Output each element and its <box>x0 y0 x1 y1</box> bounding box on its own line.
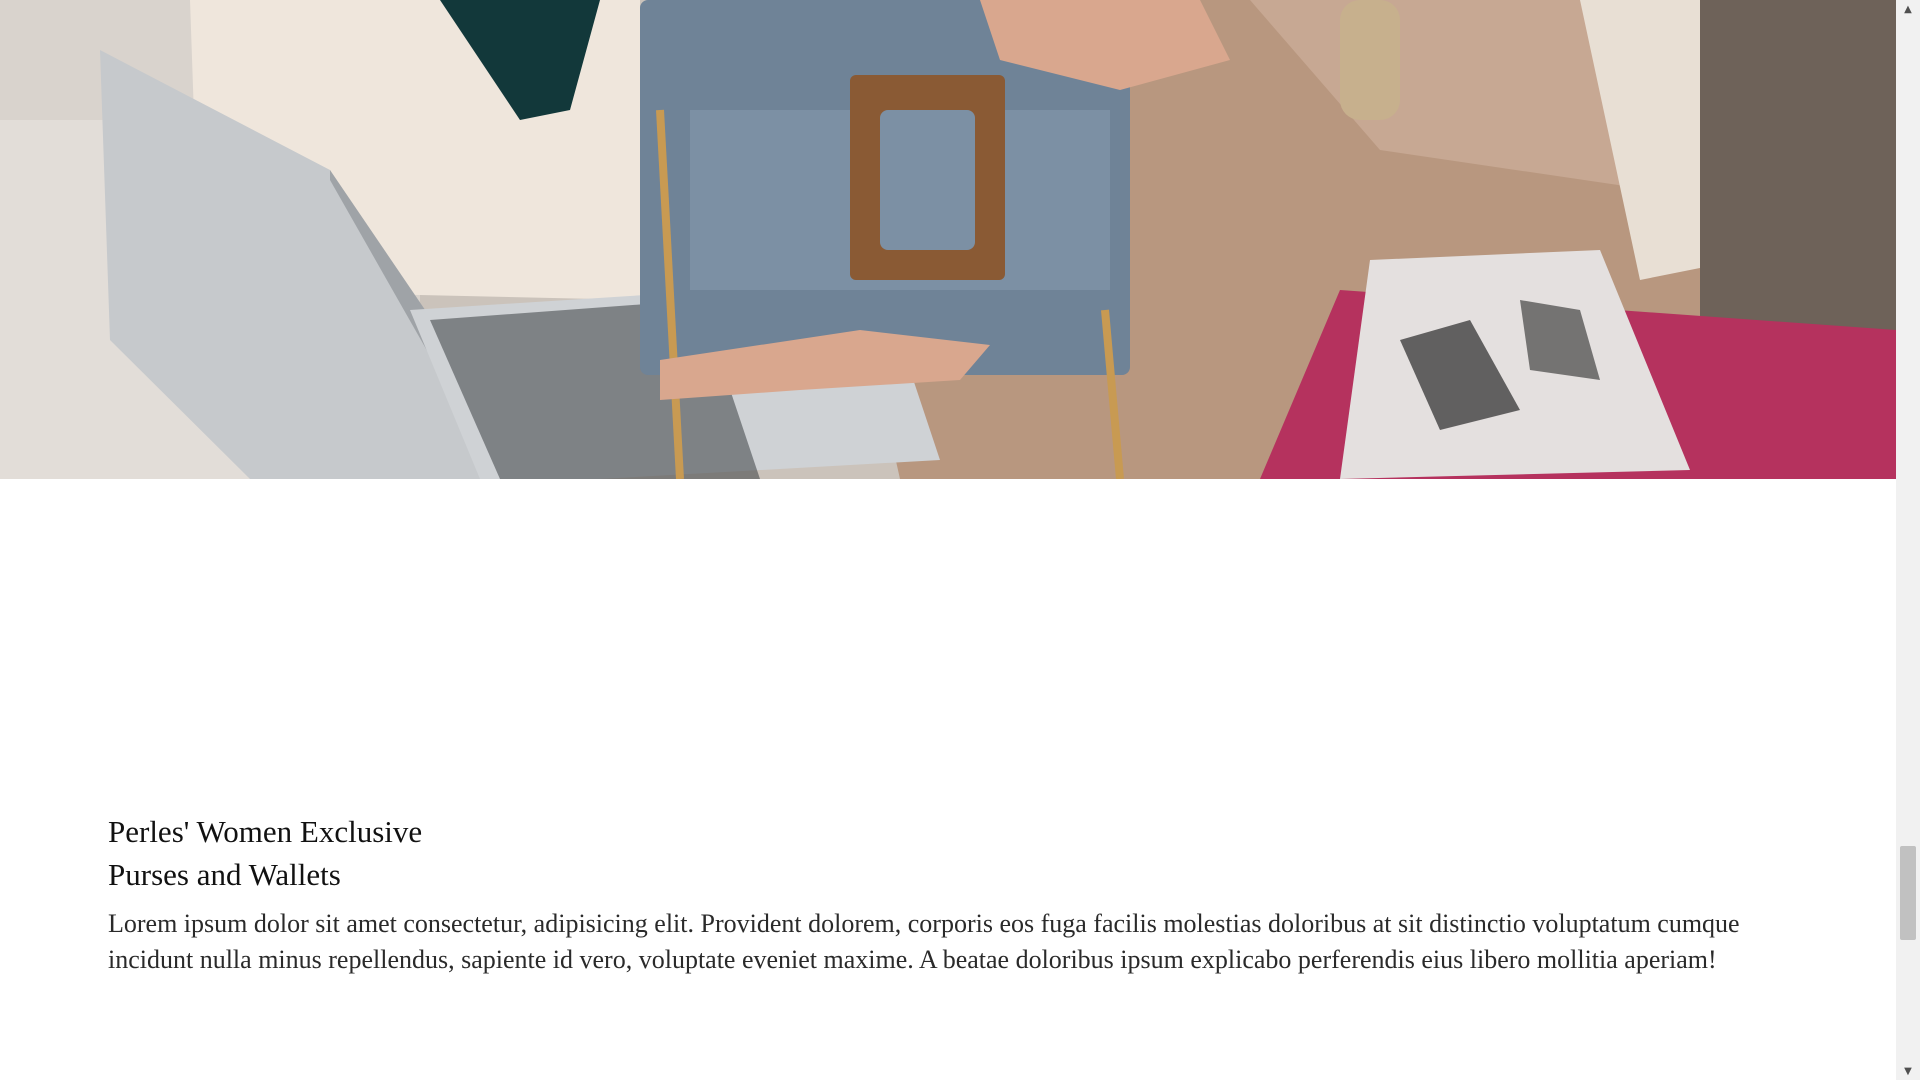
hero-photo-icon <box>0 0 1896 479</box>
hero-image <box>0 0 1896 479</box>
vertical-scrollbar[interactable]: ▲ ▼ <box>1896 0 1920 1080</box>
heading-line-1: Perles' Women Exclusive <box>108 814 423 849</box>
scroll-up-arrow-icon[interactable]: ▲ <box>1896 0 1920 18</box>
product-section: Perles' Women Exclusive Purses and Walle… <box>108 810 1768 978</box>
page-viewport: Perles' Women Exclusive Purses and Walle… <box>0 0 1896 1080</box>
scrollbar-thumb[interactable] <box>1900 846 1916 940</box>
scroll-down-arrow-icon[interactable]: ▼ <box>1896 1062 1920 1080</box>
heading-line-2: Purses and Wallets <box>108 857 341 892</box>
section-paragraph: Lorem ipsum dolor sit amet consectetur, … <box>108 909 1740 974</box>
section-heading: Perles' Women Exclusive Purses and Walle… <box>108 810 1768 896</box>
